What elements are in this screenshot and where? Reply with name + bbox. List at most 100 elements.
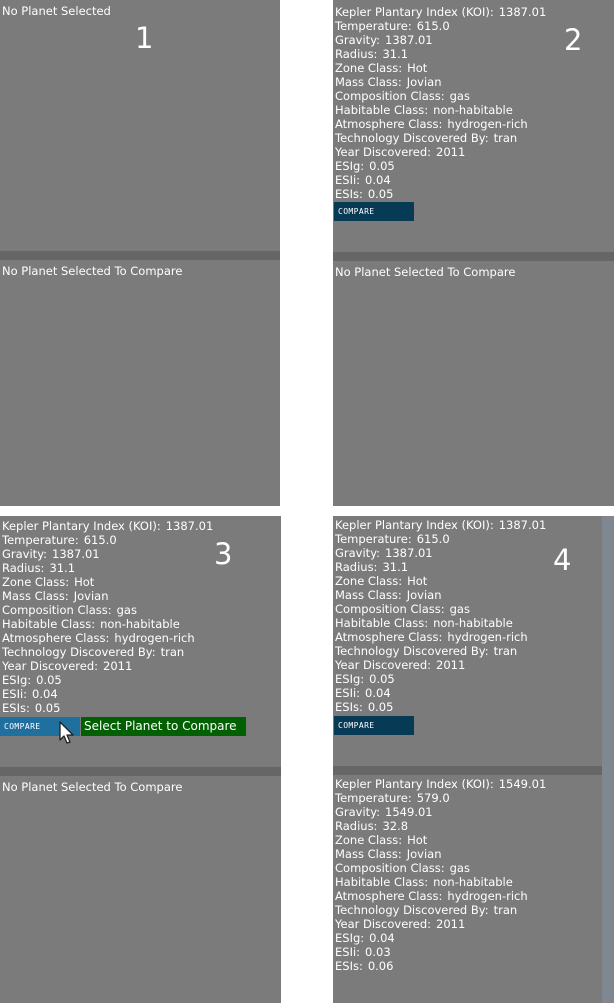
info-row: Technology Discovered By: tran <box>335 644 546 658</box>
info-value: Hot <box>407 61 428 75</box>
selected-planet-area: Kepler Plantary Index (KOI): 1387.01 Tempe… <box>333 516 614 766</box>
info-row: Mass Class: Jovian <box>2 589 213 603</box>
info-label: Radius: <box>335 47 378 61</box>
info-row: ESIs: 0.05 <box>2 701 213 715</box>
info-value: Hot <box>407 833 428 847</box>
info-value: 0.03 <box>365 945 391 959</box>
info-value: Jovian <box>406 588 442 602</box>
info-label: Temperature: <box>335 19 412 33</box>
panel-divider[interactable] <box>0 767 281 776</box>
info-value: 0.05 <box>36 673 62 687</box>
info-row: Year Discovered: 2011 <box>2 659 213 673</box>
info-value: hydrogen-rich <box>447 630 528 644</box>
info-value: 31.1 <box>382 560 409 574</box>
info-value: hydrogen-rich <box>114 631 195 645</box>
info-value: hydrogen-rich <box>447 117 528 131</box>
no-compare-message: No Planet Selected To Compare <box>335 265 516 279</box>
info-row: Kepler Plantary Index (KOI): 1387.01 <box>335 5 546 19</box>
info-value: 0.05 <box>369 672 395 686</box>
info-label: ESIs: <box>335 187 363 201</box>
info-value: 615.0 <box>416 532 450 546</box>
info-row: Year Discovered: 2011 <box>335 917 546 931</box>
info-row: Composition Class: gas <box>2 603 213 617</box>
info-value: non-habitable <box>433 616 513 630</box>
info-value: 2011 <box>436 917 466 931</box>
info-row: Zone Class: Hot <box>2 575 213 589</box>
panel-divider[interactable] <box>333 766 614 775</box>
info-label: Atmosphere Class: <box>335 630 443 644</box>
compare-button[interactable]: COMPARE <box>334 716 414 735</box>
info-row: ESIi: 0.04 <box>335 173 546 187</box>
info-label: Year Discovered: <box>2 659 99 673</box>
info-row: Composition Class: gas <box>335 602 546 616</box>
info-value: tran <box>493 131 518 145</box>
info-row: Kepler Plantary Index (KOI): 1387.01 <box>335 518 546 532</box>
info-label: Habitable Class: <box>335 103 429 117</box>
info-row: ESIg: 0.04 <box>335 931 546 945</box>
no-planet-message: No Planet Selected <box>2 4 111 18</box>
compare-planet-area: Kepler Plantary Index (KOI): 1549.01 Tempe… <box>333 775 614 1003</box>
info-label: Habitable Class: <box>335 875 429 889</box>
step-number: 1 <box>135 21 154 55</box>
info-label: Temperature: <box>2 533 79 547</box>
info-label: Temperature: <box>335 532 412 546</box>
panel-divider[interactable] <box>0 251 280 260</box>
planet-info: Kepler Plantary Index (KOI): 1387.01 Tempe… <box>335 518 546 714</box>
info-row: ESIs: 0.06 <box>335 959 546 973</box>
info-value: non-habitable <box>433 103 513 117</box>
info-value: 1387.01 <box>385 546 433 560</box>
info-label: ESIg: <box>335 931 365 945</box>
info-row: ESIs: 0.05 <box>335 700 546 714</box>
info-label: ESIs: <box>335 700 363 714</box>
info-label: Kepler Plantary Index (KOI): <box>335 5 494 19</box>
info-label: Year Discovered: <box>335 917 432 931</box>
info-label: Year Discovered: <box>335 658 432 672</box>
info-label: Year Discovered: <box>335 145 432 159</box>
info-label: ESIi: <box>335 173 361 187</box>
panel-3: Kepler Plantary Index (KOI): 1387.01 Tempe… <box>0 516 281 1003</box>
info-row: Atmosphere Class: hydrogen-rich <box>335 889 546 903</box>
info-value: 1387.01 <box>165 519 214 533</box>
info-row: Technology Discovered By: tran <box>2 645 213 659</box>
info-row: Mass Class: Jovian <box>335 847 546 861</box>
panel-divider[interactable] <box>333 252 614 261</box>
info-value: 579.0 <box>416 791 450 805</box>
info-value: Hot <box>74 575 95 589</box>
info-row: Year Discovered: 2011 <box>335 658 546 672</box>
info-row: Mass Class: Jovian <box>335 588 546 602</box>
info-value: 615.0 <box>83 533 117 547</box>
info-value: 2011 <box>436 145 466 159</box>
info-value: Jovian <box>73 589 109 603</box>
info-value: non-habitable <box>433 875 513 889</box>
info-value: gas <box>449 89 470 103</box>
compare-button[interactable]: COMPARE <box>334 202 414 221</box>
mouse-pointer-icon <box>59 721 74 744</box>
panel-1: No Planet Selected No Planet Selected To… <box>0 0 280 506</box>
info-row: Composition Class: gas <box>335 89 546 103</box>
panel-4: Kepler Plantary Index (KOI): 1387.01 Tempe… <box>333 516 614 1003</box>
info-value: 2011 <box>103 659 133 673</box>
info-label: Zone Class: <box>2 575 70 589</box>
info-value: 0.04 <box>369 931 395 945</box>
info-label: ESIg: <box>335 672 365 686</box>
scrollbar[interactable] <box>602 516 614 1003</box>
info-value: 1387.01 <box>498 5 547 19</box>
info-label: Kepler Plantary Index (KOI): <box>335 518 494 532</box>
info-value: Jovian <box>406 75 442 89</box>
info-row: Habitable Class: non-habitable <box>335 616 546 630</box>
compare-planet-info: Kepler Plantary Index (KOI): 1549.01 Tempe… <box>335 777 546 973</box>
info-label: Radius: <box>335 819 378 833</box>
info-row: ESIi: 0.04 <box>2 687 213 701</box>
info-row: Atmosphere Class: hydrogen-rich <box>2 631 213 645</box>
info-label: Gravity: <box>335 546 381 560</box>
info-value: 31.1 <box>382 47 409 61</box>
info-label: Technology Discovered By: <box>2 645 156 659</box>
info-value: non-habitable <box>100 617 180 631</box>
info-value: 0.05 <box>367 700 394 714</box>
info-label: Kepler Plantary Index (KOI): <box>335 777 494 791</box>
info-value: 2011 <box>436 658 466 672</box>
info-row: ESIg: 0.05 <box>335 672 546 686</box>
info-label: ESIg: <box>2 673 32 687</box>
info-label: Composition Class: <box>335 602 445 616</box>
info-row: Technology Discovered By: tran <box>335 903 546 917</box>
